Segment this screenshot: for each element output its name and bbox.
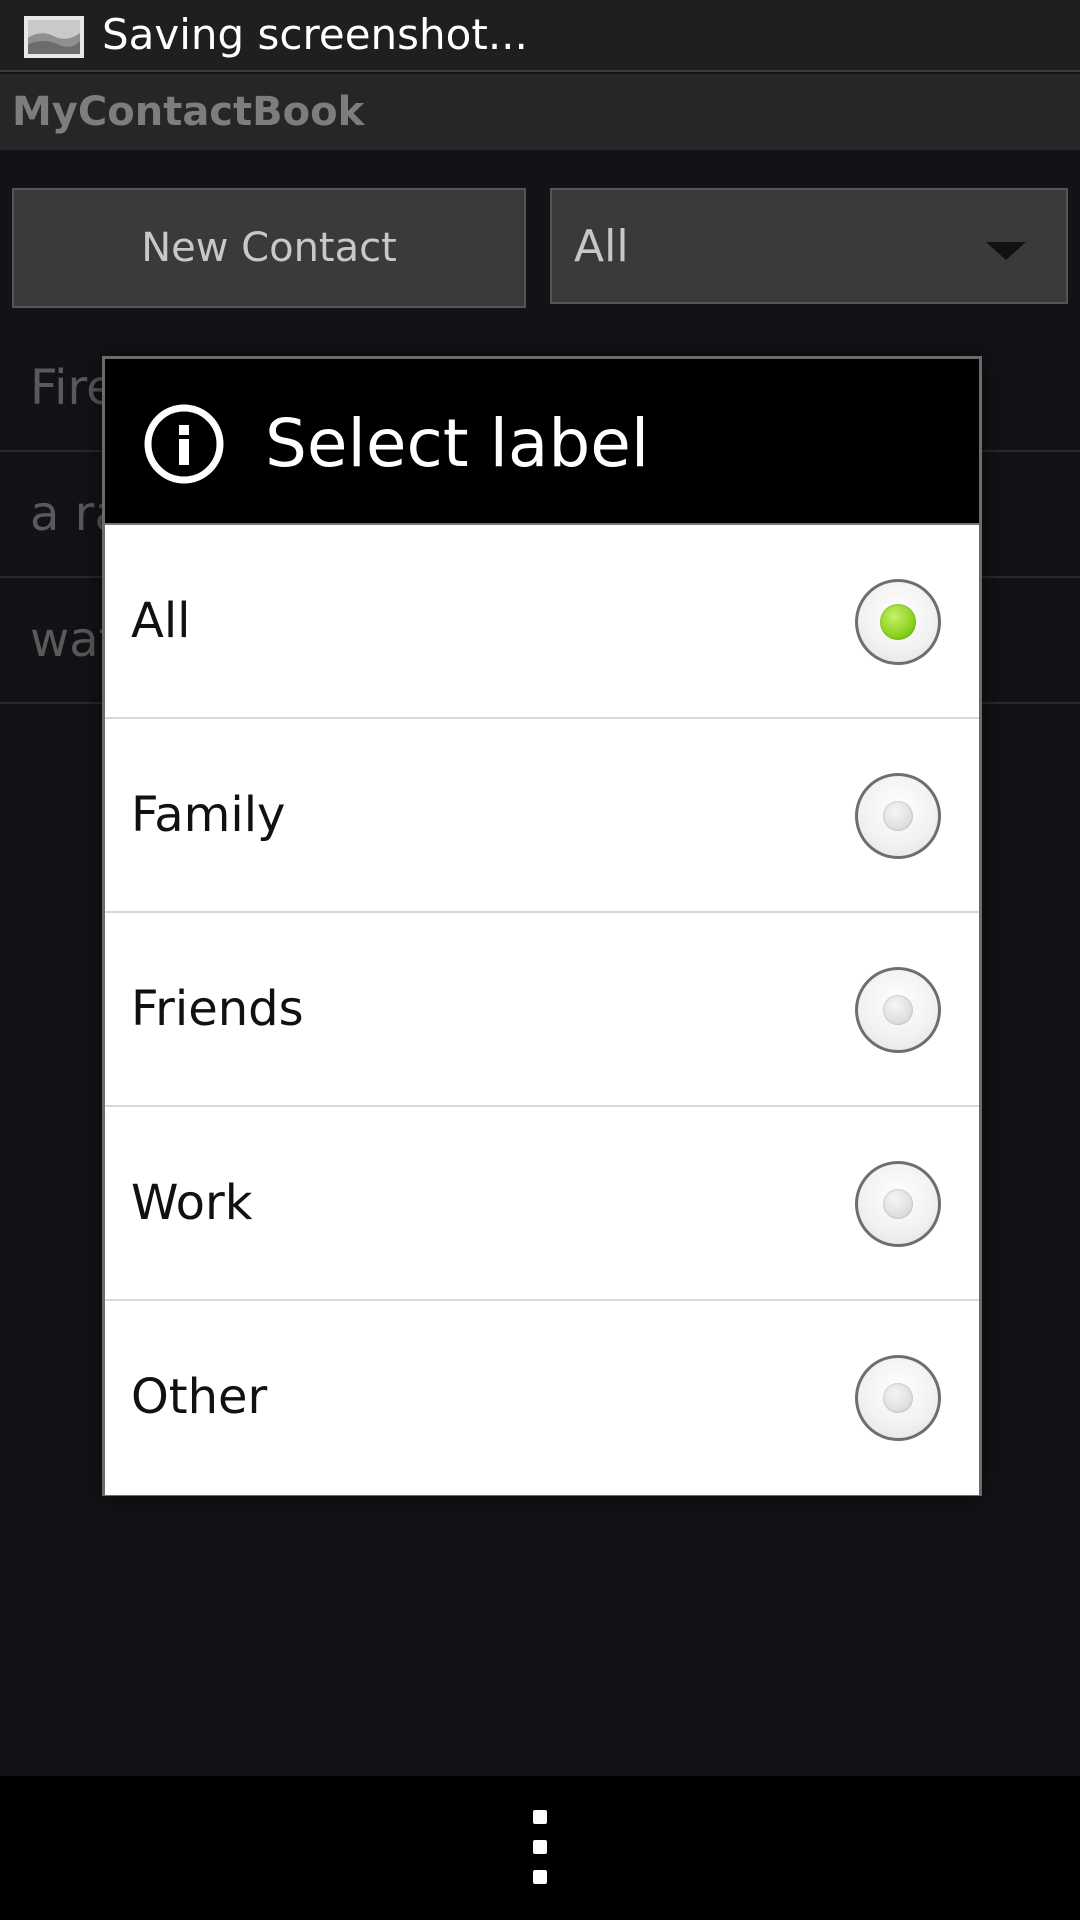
select-label-dialog: Select label All Family Friends Work Oth… [102, 356, 982, 1496]
chevron-down-icon [986, 242, 1026, 260]
label-filter-spinner[interactable]: All [550, 188, 1068, 304]
new-contact-button-label: New Contact [141, 225, 397, 271]
radio-dot-icon [883, 1189, 913, 1219]
app-title: MyContactBook [12, 89, 365, 135]
radio-dot-icon [883, 801, 913, 831]
status-bar: Saving screenshot... [0, 0, 1080, 72]
label-option-friends[interactable]: Friends [105, 913, 979, 1107]
new-contact-button[interactable]: New Contact [12, 188, 526, 308]
overflow-menu-icon[interactable] [528, 1810, 552, 1886]
option-label: Work [131, 1175, 253, 1231]
radio-button[interactable] [855, 1355, 941, 1441]
radio-dot-icon [883, 995, 913, 1025]
radio-dot-icon [880, 604, 916, 640]
radio-button[interactable] [855, 1161, 941, 1247]
label-option-list: All Family Friends Work Other [105, 525, 979, 1495]
option-label: Other [131, 1369, 268, 1425]
option-label: Family [131, 787, 286, 843]
navigation-bar [0, 1776, 1080, 1920]
app-bar: MyContactBook [0, 74, 1080, 150]
radio-button[interactable] [855, 967, 941, 1053]
radio-button-selected[interactable] [855, 579, 941, 665]
label-option-family[interactable]: Family [105, 719, 979, 913]
status-notification-text: Saving screenshot... [102, 10, 528, 59]
dialog-header: Select label [105, 359, 979, 525]
radio-button[interactable] [855, 773, 941, 859]
info-icon [144, 404, 224, 484]
label-option-other[interactable]: Other [105, 1301, 979, 1495]
label-option-work[interactable]: Work [105, 1107, 979, 1301]
screenshot-icon [24, 16, 84, 58]
option-label: All [131, 593, 191, 649]
label-filter-value: All [574, 221, 629, 272]
radio-dot-icon [883, 1383, 913, 1413]
dialog-title: Select label [265, 405, 650, 482]
option-label: Friends [131, 981, 304, 1037]
label-option-all[interactable]: All [105, 525, 979, 719]
